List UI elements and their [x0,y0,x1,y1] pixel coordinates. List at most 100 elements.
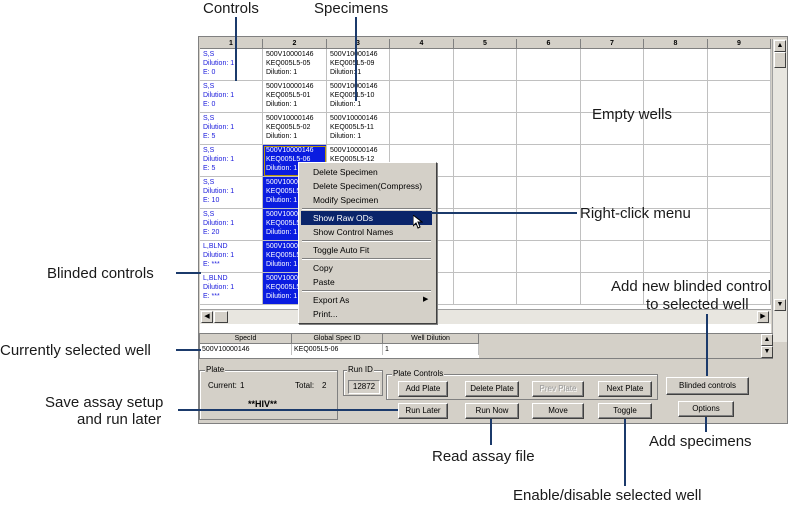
well-cell[interactable] [708,209,771,241]
delete-plate-button[interactable]: Delete Plate [465,381,519,397]
scroll-left-icon[interactable]: ◀ [201,311,213,323]
well-cell[interactable] [454,177,517,209]
menu-modify-specimen[interactable]: Modify Specimen [301,193,432,207]
menu-copy[interactable]: Copy [301,261,432,275]
well-cell[interactable] [454,113,517,145]
well-cell[interactable]: 500V10000146 KEQ005L5-10 Dilution: 1 [327,81,390,113]
current-plate-value: 1 [240,381,245,390]
column-header[interactable]: 4 [390,39,454,49]
menu-toggle-auto-fit[interactable]: Toggle Auto Fit [301,243,432,257]
table-scroll-down-icon[interactable]: ▼ [761,346,773,358]
menu-paste[interactable]: Paste [301,275,432,289]
well-cell[interactable] [517,241,581,273]
well-cell[interactable]: S,S Dilution: 1 E: 5 [200,145,263,177]
next-plate-button[interactable]: Next Plate [598,381,652,397]
callout-save-1: Save assay setup [45,394,164,411]
options-button[interactable]: Options [678,401,734,417]
selected-global-spec-id[interactable]: KEQ005L5-06 [292,344,383,355]
well-cell[interactable] [454,49,517,81]
column-header[interactable]: 8 [644,39,708,49]
well-cell[interactable] [708,241,771,273]
menu-export-as[interactable]: Export As [301,293,432,307]
well-cell[interactable] [581,49,644,81]
well-cell[interactable] [644,49,708,81]
well-cell[interactable] [708,145,771,177]
well-cell[interactable] [644,145,708,177]
well-cell[interactable]: 500V10000146 KEQ005L5-05 Dilution: 1 [263,49,327,81]
well-line: Dilution: 1 [203,284,235,291]
well-cell[interactable]: L,BLND Dilution: 1 E: *** [200,273,263,305]
well-line: E: 5 [203,133,216,140]
column-header[interactable]: 2 [263,39,327,49]
well-cell[interactable] [454,273,517,305]
hscroll-thumb[interactable] [214,311,228,323]
move-button[interactable]: Move [532,403,584,419]
scroll-up-icon[interactable]: ▲ [774,40,786,52]
column-header[interactable]: 7 [581,39,644,49]
well-line: Dilution: 1 [203,124,235,131]
table-scroll-up-icon[interactable]: ▲ [761,334,773,346]
well-cell[interactable] [390,113,454,145]
well-cell[interactable]: S,S Dilution: 1 E: 0 [200,49,263,81]
menu-print[interactable]: Print... [301,307,432,321]
well-cell[interactable] [644,241,708,273]
well-cell[interactable] [708,49,771,81]
scroll-thumb[interactable] [774,52,786,68]
well-cell[interactable]: 500V10000146 KEQ005L5-02 Dilution: 1 [263,113,327,145]
scroll-right-icon[interactable]: ▶ [757,311,769,323]
well-cell[interactable]: 500V10000146 KEQ005L5-11 Dilution: 1 [327,113,390,145]
well-cell[interactable] [581,145,644,177]
well-cell[interactable] [454,81,517,113]
well-cell[interactable] [517,49,581,81]
run-id-value: 12872 [348,380,380,394]
well-line: KEQ005L5-11 [330,124,374,131]
well-cell[interactable] [454,145,517,177]
well-cell[interactable]: S,S Dilution: 1 E: 20 [200,209,263,241]
well-cell[interactable]: S,S Dilution: 1 E: 10 [200,177,263,209]
well-cell[interactable]: S,S Dilution: 1 E: 0 [200,81,263,113]
well-cell[interactable] [581,241,644,273]
add-plate-button[interactable]: Add Plate [398,381,448,397]
well-cell[interactable] [454,241,517,273]
well-cell[interactable]: L,BLND Dilution: 1 E: *** [200,241,263,273]
callout-empty-wells: Empty wells [592,106,673,123]
column-header[interactable]: 5 [454,39,517,49]
well-cell[interactable] [708,177,771,209]
well-line: 500V10000146 [266,147,314,154]
well-cell[interactable] [390,81,454,113]
well-cell[interactable]: 500V10000146 KEQ005L5-01 Dilution: 1 [263,81,327,113]
well-line: 500V10000146 [266,115,314,122]
column-header[interactable]: 6 [517,39,581,49]
blinded-controls-button[interactable]: Blinded controls [666,377,749,395]
column-header[interactable]: 9 [708,39,771,49]
toggle-button[interactable]: Toggle [598,403,652,419]
well-cell[interactable] [708,113,771,145]
column-header[interactable]: 1 [200,39,263,49]
selected-specid[interactable]: 500V10000146 [200,344,292,355]
well-cell[interactable] [517,113,581,145]
well-cell[interactable]: 500V10000146 KEQ005L5-09 Dilution: 1 [327,49,390,81]
well-line: 500V10000146 [330,51,378,58]
column-header[interactable]: 3 [327,39,390,49]
prev-plate-button[interactable]: Prev Plate [532,381,584,397]
well-cell[interactable] [517,81,581,113]
current-plate-label: Current: [208,381,237,390]
run-later-button[interactable]: Run Later [398,403,448,419]
grid-vertical-scrollbar[interactable]: ▲ ▼ [772,39,787,342]
menu-delete-specimen-compress[interactable]: Delete Specimen(Compress) [301,179,432,193]
callout-read-assay: Read assay file [432,448,535,465]
well-cell[interactable]: S,S Dilution: 1 E: 5 [200,113,263,145]
menu-separator [302,208,431,210]
well-cell[interactable] [517,145,581,177]
well-cell[interactable] [708,81,771,113]
callout-add-specimens: Add specimens [649,433,752,450]
well-cell[interactable] [517,273,581,305]
well-cell[interactable] [517,177,581,209]
well-cell[interactable] [390,49,454,81]
scroll-down-icon[interactable]: ▼ [774,299,786,311]
run-now-button[interactable]: Run Now [465,403,519,419]
well-line: S,S [203,211,215,218]
selected-well-dilution[interactable]: 1 [383,344,479,355]
menu-delete-specimen[interactable]: Delete Specimen [301,165,432,179]
well-line: KEQ005L5-05 [266,60,311,67]
